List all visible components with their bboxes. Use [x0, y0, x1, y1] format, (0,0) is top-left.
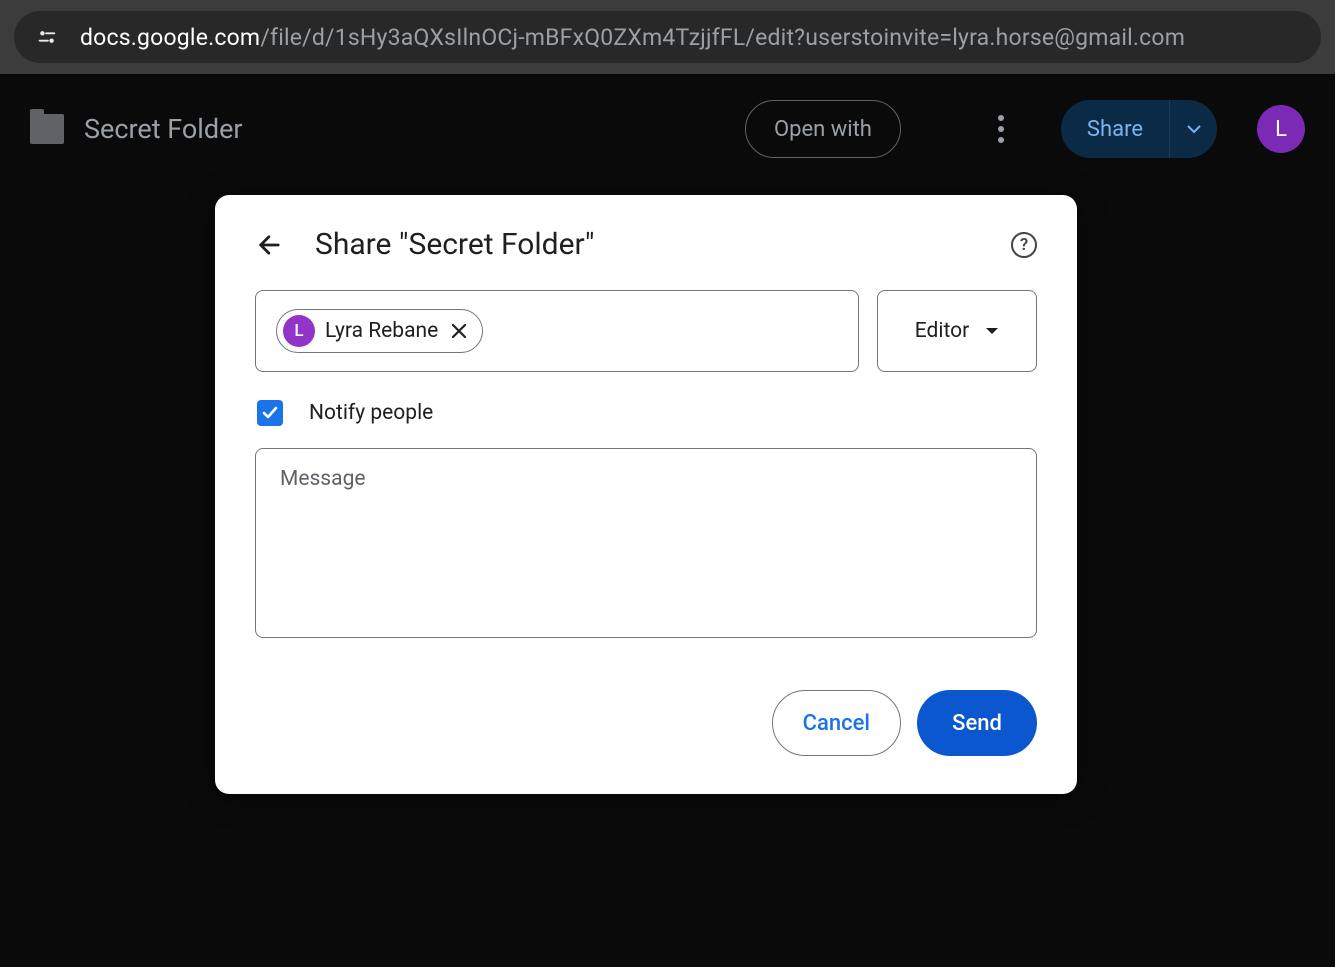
page-header: Secret Folder Open with Share L — [0, 74, 1335, 184]
page-title: Secret Folder — [84, 113, 243, 145]
notify-checkbox[interactable] — [257, 400, 283, 426]
site-settings-icon[interactable] — [32, 22, 62, 52]
chip-remove-button[interactable] — [448, 320, 470, 342]
account-avatar[interactable]: L — [1257, 105, 1305, 153]
people-input[interactable]: L Lyra Rebane — [255, 290, 859, 372]
open-with-button[interactable]: Open with — [745, 100, 901, 158]
help-icon[interactable]: ? — [1011, 232, 1037, 258]
url-input[interactable]: docs.google.com/file/d/1sHy3aQXsIlnOCj-m… — [14, 11, 1321, 63]
message-input[interactable] — [255, 448, 1037, 638]
url-text: docs.google.com/file/d/1sHy3aQXsIlnOCj-m… — [80, 24, 1185, 51]
share-dropdown-button[interactable] — [1169, 100, 1217, 158]
more-options-button[interactable] — [981, 115, 1021, 143]
back-button[interactable] — [255, 230, 285, 260]
folder-icon — [30, 114, 64, 144]
role-label: Editor — [915, 319, 969, 343]
chevron-down-icon — [985, 326, 999, 336]
chip-name: Lyra Rebane — [325, 319, 438, 343]
cancel-button[interactable]: Cancel — [772, 690, 901, 756]
chip-avatar: L — [283, 315, 315, 347]
person-chip: L Lyra Rebane — [276, 309, 483, 353]
share-dialog: Share "Secret Folder" ? L Lyra Rebane Ed… — [215, 195, 1077, 794]
share-button[interactable]: Share — [1061, 117, 1169, 142]
share-button-group: Share — [1061, 100, 1217, 158]
send-button[interactable]: Send — [917, 690, 1037, 756]
notify-label: Notify people — [309, 401, 433, 425]
dialog-title: Share "Secret Folder" — [315, 227, 595, 262]
role-select[interactable]: Editor — [877, 290, 1037, 372]
browser-url-bar: docs.google.com/file/d/1sHy3aQXsIlnOCj-m… — [0, 0, 1335, 74]
